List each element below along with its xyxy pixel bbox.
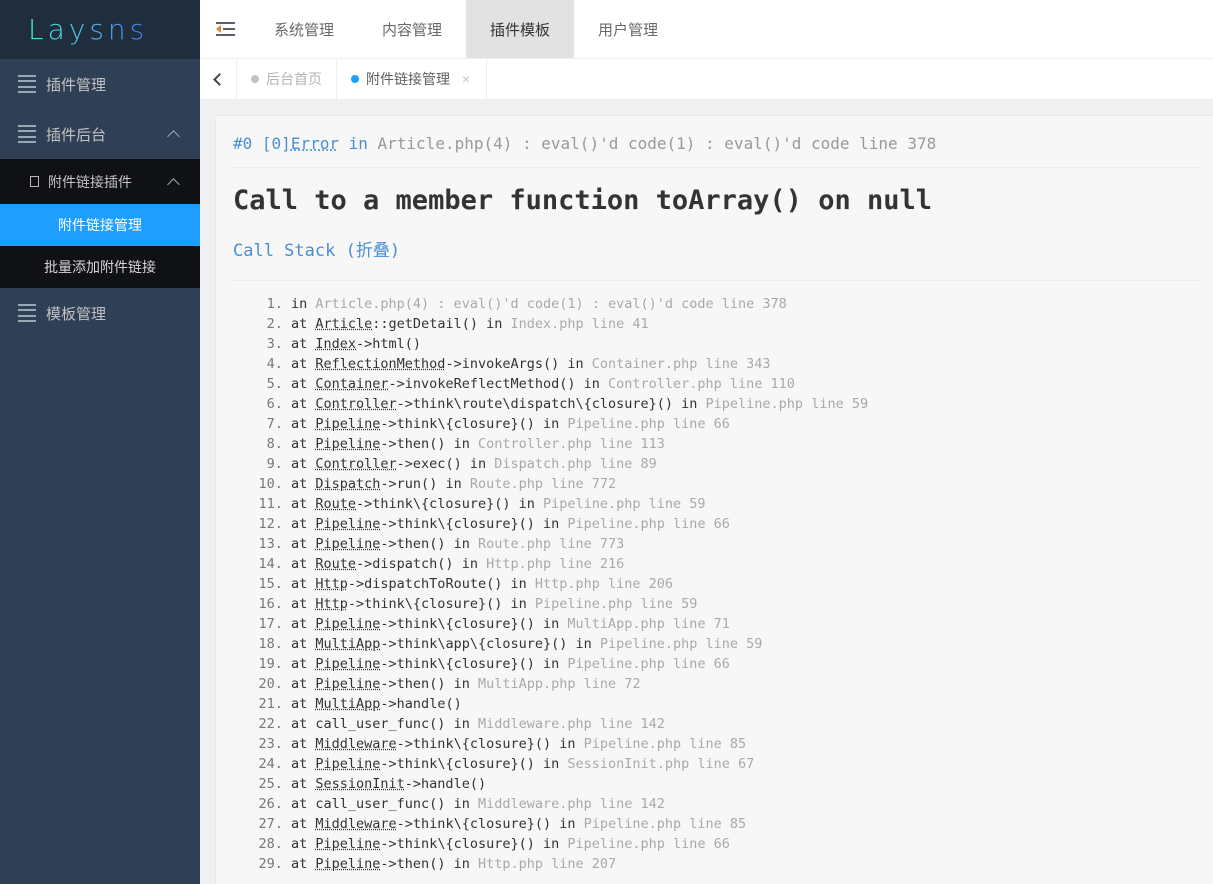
brand-logo[interactable]: Laysns xyxy=(0,0,200,59)
call-stack-item: at Pipeline->think\{closure}() in Pipeli… xyxy=(291,414,1199,434)
sidebar-item-label: 插件后台 xyxy=(46,126,107,144)
call-stack-item: at Middleware->think\{closure}() in Pipe… xyxy=(291,734,1199,754)
call-stack-item: at Article::getDetail() in Index.php lin… xyxy=(291,314,1199,334)
sidebar-item-template-manage[interactable]: 模板管理 xyxy=(0,288,200,338)
sidebar-subgroup-header[interactable]: 附件链接插件 xyxy=(0,159,200,204)
error-code-prefix: #0 xyxy=(233,134,262,153)
call-stack-item: at Http->dispatchToRoute() in Http.php l… xyxy=(291,574,1199,594)
tab-content-manage[interactable]: 内容管理 xyxy=(358,0,466,58)
sidebar-item-label: 模板管理 xyxy=(46,305,107,323)
list-icon xyxy=(18,125,36,143)
error-code-line: #0 [0]Error in Article.php(4) : eval()'d… xyxy=(233,116,1199,168)
call-stack-item: at ReflectionMethod->invokeArgs() in Con… xyxy=(291,354,1199,374)
tab-attachment-link-manage[interactable]: 附件链接管理 × xyxy=(337,59,487,99)
sidebar-item-label: 插件管理 xyxy=(46,76,107,94)
topbar: 系统管理 内容管理 插件模板 用户管理 xyxy=(200,0,1213,59)
main-area: 系统管理 内容管理 插件模板 用户管理 后台首页 附件链接管理 × #0 [0]… xyxy=(200,0,1213,884)
sidebar-subgroup-label: 附件链接插件 xyxy=(48,173,132,190)
topnav-label: 用户管理 xyxy=(598,21,659,39)
chevron-up-icon xyxy=(168,176,180,188)
call-stack-item: at Dispatch->run() in Route.php line 772 xyxy=(291,474,1199,494)
call-stack-item: at Container->invokeReflectMethod() in C… xyxy=(291,374,1199,394)
close-icon[interactable]: × xyxy=(460,71,472,87)
call-stack-item: at Route->think\{closure}() in Pipeline.… xyxy=(291,494,1199,514)
sidebar-item-batch-add-attachment-link[interactable]: 批量添加附件链接 xyxy=(0,246,200,288)
tab-user-manage[interactable]: 用户管理 xyxy=(574,0,682,58)
call-stack-list: in Article.php(4) : eval()'d code(1) : e… xyxy=(233,281,1199,874)
tab-system-manage[interactable]: 系统管理 xyxy=(250,0,358,58)
tab-label: 后台首页 xyxy=(266,71,322,87)
call-stack-item: at Controller->think\route\dispatch\{clo… xyxy=(291,394,1199,414)
tab-status-dot xyxy=(251,75,259,83)
sidebar-collapse-button[interactable] xyxy=(200,0,250,58)
error-code-in: in xyxy=(338,134,378,153)
topnav-label: 插件模板 xyxy=(490,21,551,39)
call-stack-item: at Index->html() xyxy=(291,334,1199,354)
chevron-up-icon xyxy=(168,128,180,140)
tab-plugin-template[interactable]: 插件模板 xyxy=(466,0,575,58)
tab-label: 附件链接管理 xyxy=(366,71,450,87)
call-stack-item: at Pipeline->think\{closure}() in Sessio… xyxy=(291,754,1199,774)
sidebar-subitem-label: 批量添加附件链接 xyxy=(44,259,156,275)
error-code-bracket: [0] xyxy=(261,134,291,153)
call-stack-item: at call_user_func() in Middleware.php li… xyxy=(291,794,1199,814)
list-icon xyxy=(18,75,36,93)
sidebar-item-plugin-manage[interactable]: 插件管理 xyxy=(0,59,200,109)
error-code-type: Error xyxy=(290,134,339,153)
tab-scroll-left-button[interactable] xyxy=(200,59,237,99)
error-code-location: Article.php(4) : eval()'d code(1) : eval… xyxy=(377,134,937,153)
call-stack-item: at Http->think\{closure}() in Pipeline.p… xyxy=(291,594,1199,614)
content-area: #0 [0]Error in Article.php(4) : eval()'d… xyxy=(200,100,1213,884)
chevron-left-icon xyxy=(212,72,226,86)
tab-status-dot xyxy=(351,75,359,83)
call-stack-item: at Pipeline->think\{closure}() in Pipeli… xyxy=(291,834,1199,854)
sidebar-nav: 插件管理 插件后台 附件链接插件 附件链接管理 批量添加附件链接 模板管理 xyxy=(0,59,200,338)
call-stack-item: at MultiApp->handle() xyxy=(291,694,1199,714)
top-nav: 系统管理 内容管理 插件模板 用户管理 xyxy=(250,0,682,58)
sidebar: Laysns 插件管理 插件后台 附件链接插件 附件链接管理 批量添加附件链接 xyxy=(0,0,200,884)
error-panel: #0 [0]Error in Article.php(4) : eval()'d… xyxy=(215,115,1213,884)
call-stack-toggle[interactable]: Call Stack (折叠) xyxy=(233,236,1199,281)
call-stack-item: at Pipeline->then() in Controller.php li… xyxy=(291,434,1199,454)
box-glyph-icon xyxy=(30,176,39,187)
topnav-label: 内容管理 xyxy=(382,21,443,39)
sidebar-subgroup-attachment-plugin: 附件链接插件 附件链接管理 批量添加附件链接 xyxy=(0,159,200,288)
call-stack-item: at Pipeline->think\{closure}() in MultiA… xyxy=(291,614,1199,634)
tab-bar: 后台首页 附件链接管理 × xyxy=(200,59,1213,100)
error-message: Call to a member function toArray() on n… xyxy=(233,185,932,216)
indent-collapse-icon xyxy=(215,21,235,37)
topnav-label: 系统管理 xyxy=(274,21,335,39)
tab-home[interactable]: 后台首页 xyxy=(237,59,337,99)
call-stack-item: at Pipeline->think\{closure}() in Pipeli… xyxy=(291,654,1199,674)
list-icon xyxy=(18,304,36,322)
call-stack-item: at Middleware->think\{closure}() in Pipe… xyxy=(291,814,1199,834)
call-stack-item: at Pipeline->then() in Http.php line 207 xyxy=(291,854,1199,874)
sidebar-subitem-label: 附件链接管理 xyxy=(58,217,142,233)
call-stack-item: at Pipeline->think\{closure}() in Pipeli… xyxy=(291,514,1199,534)
brand-text: Laysns xyxy=(28,13,149,46)
call-stack-item: at Pipeline->then() in MultiApp.php line… xyxy=(291,674,1199,694)
sidebar-item-plugin-backend[interactable]: 插件后台 xyxy=(0,109,200,159)
call-stack-item: at SessionInit->handle() xyxy=(291,774,1199,794)
sidebar-item-attachment-link-manage[interactable]: 附件链接管理 xyxy=(0,204,200,246)
call-stack-item: at Route->dispatch() in Http.php line 21… xyxy=(291,554,1199,574)
call-stack-item: at call_user_func() in Middleware.php li… xyxy=(291,714,1199,734)
call-stack-item: at MultiApp->think\app\{closure}() in Pi… xyxy=(291,634,1199,654)
call-stack-item: at Controller->exec() in Dispatch.php li… xyxy=(291,454,1199,474)
call-stack-item: in Article.php(4) : eval()'d code(1) : e… xyxy=(291,294,1199,314)
call-stack-item: at Pipeline->then() in Route.php line 77… xyxy=(291,534,1199,554)
